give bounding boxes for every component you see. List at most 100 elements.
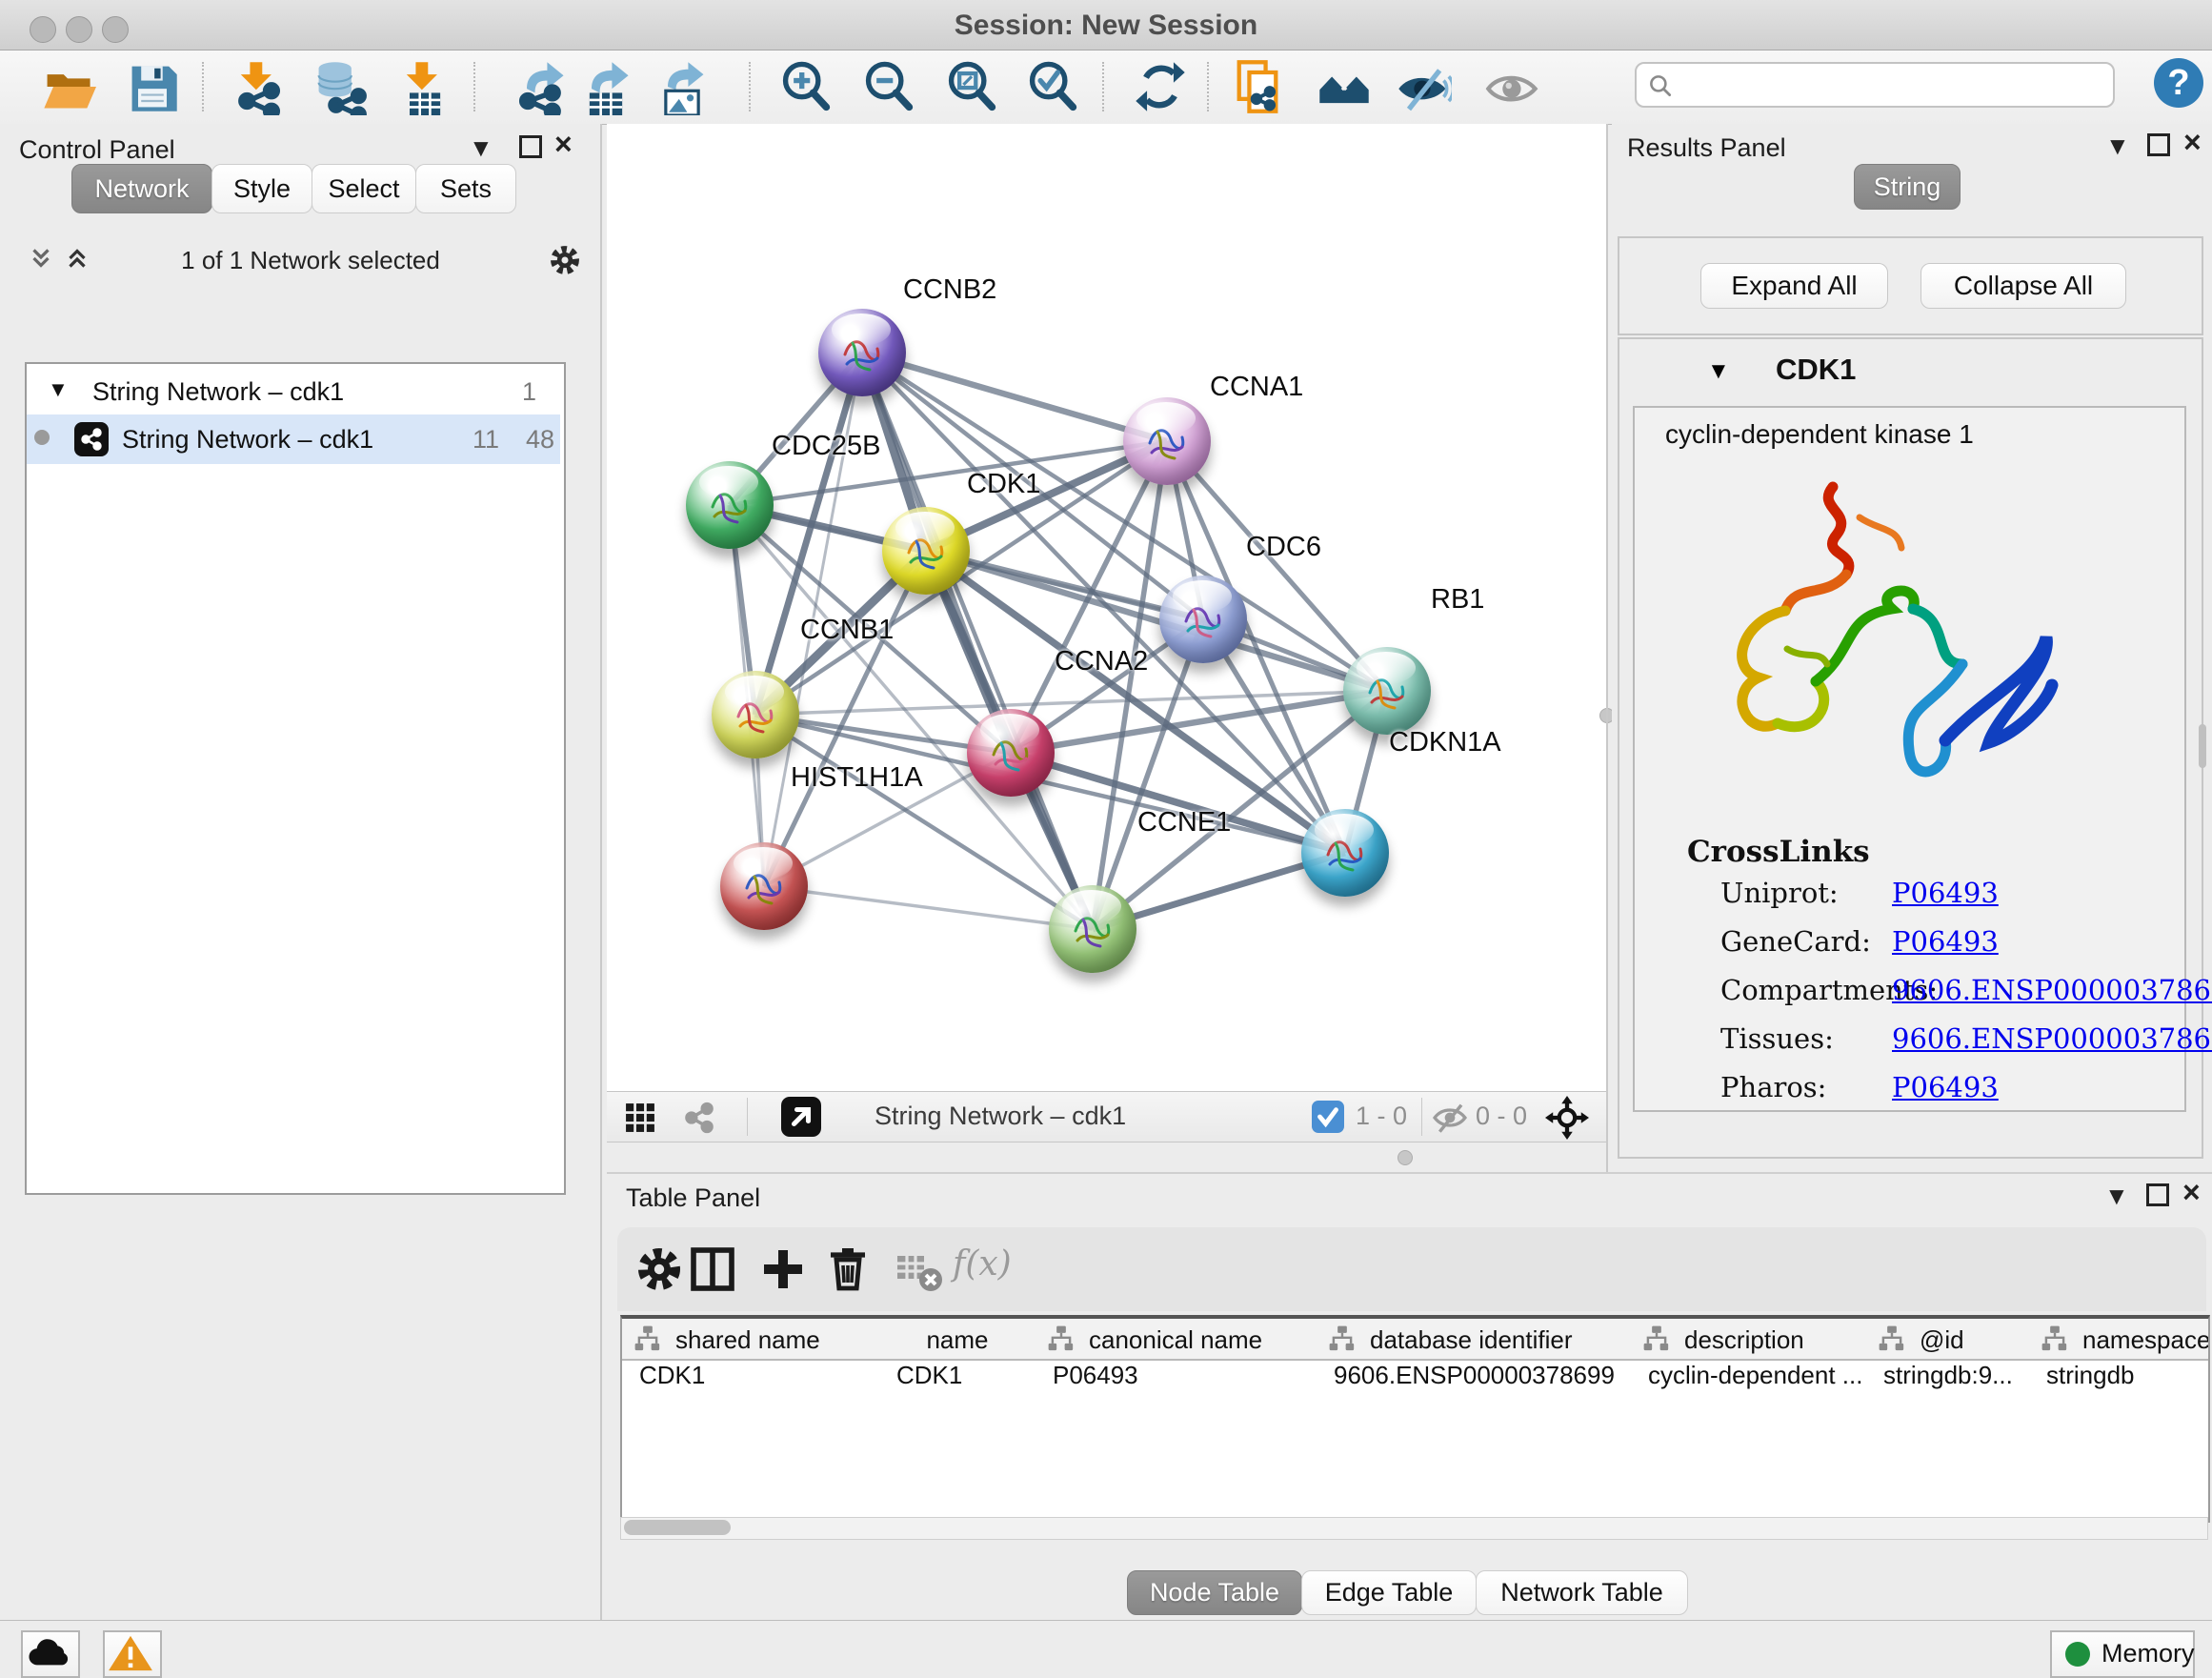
table-cell[interactable]: CDK1 [879,1361,1036,1399]
table-scrollbar-thumb[interactable] [624,1520,731,1535]
delete-column-icon[interactable] [821,1243,875,1296]
import-table-icon[interactable] [395,58,452,115]
control-panel-title: Control Panel [19,135,175,165]
export-table-icon[interactable] [577,58,634,115]
node-CDC25B[interactable] [686,461,774,549]
export-network-icon[interactable] [513,58,570,115]
results-panel-float-icon[interactable] [2147,133,2170,156]
tab-select[interactable]: Select [312,164,416,213]
zoom-in-icon[interactable] [777,58,835,115]
open-in-window-icon[interactable] [781,1097,821,1137]
open-session-icon[interactable] [39,58,96,115]
show-hidden-icon[interactable] [1484,58,1541,115]
edge-CCNB2-CCNE1[interactable] [862,353,1093,929]
refresh-icon[interactable] [1132,58,1189,115]
gear-icon[interactable] [547,242,583,278]
function-builder-icon: f(x) [953,1244,1038,1298]
column-header-namespace[interactable]: namespace [2029,1319,2209,1361]
grid-view-icon[interactable] [622,1100,658,1136]
table-cell[interactable]: stringdb [2029,1361,2208,1399]
tab-network[interactable]: Network [71,164,212,213]
node-CCNA1[interactable] [1123,397,1211,485]
node-CCNB1[interactable] [712,671,799,758]
crosslink-value[interactable]: P06493 [1892,877,1999,909]
table-cell[interactable]: CDK1 [622,1361,879,1399]
node-CDC6[interactable] [1159,576,1247,663]
export-image-icon[interactable] [654,58,711,115]
tab-style[interactable]: Style [211,164,312,213]
control-panel-menu-icon[interactable]: ▼ [469,135,493,160]
zoom-selected-icon[interactable] [1024,58,1081,115]
bottom-splitter-handle[interactable] [1398,1150,1413,1165]
tab-edge-table[interactable]: Edge Table [1301,1570,1477,1615]
results-splitter[interactable] [1606,124,1608,1172]
table-horizontal-scrollbar[interactable] [620,1517,2208,1540]
control-panel-close-icon[interactable]: × [554,131,573,156]
birds-eye-icon[interactable] [1545,1096,1589,1140]
table-cell[interactable]: P06493 [1036,1361,1317,1399]
table-cell[interactable]: 9606.ENSP00000378699 [1317,1361,1631,1399]
table-panel-menu-icon[interactable]: ▼ [2104,1183,2129,1208]
node-CDKN1A[interactable] [1301,809,1389,897]
search-field[interactable] [1635,62,2115,108]
crosslink-value[interactable]: 9606.ENSP00000378699 [1892,974,2212,1006]
add-column-icon[interactable] [756,1243,810,1296]
column-header-description[interactable]: description [1631,1319,1867,1361]
collapse-all-button[interactable]: Collapse All [1920,263,2126,309]
copy-network-icon[interactable] [1229,58,1286,115]
column-header-databaseidentifier[interactable]: database identifier [1317,1319,1632,1361]
node-HIST1H1A[interactable] [720,842,808,930]
table-gear-icon[interactable] [633,1243,686,1296]
tab-sets[interactable]: Sets [415,164,516,213]
control-panel-float-icon[interactable] [519,135,542,158]
table-cell[interactable]: cyclin-dependent ... [1631,1361,1866,1399]
node-RB1[interactable] [1343,647,1431,735]
hide-selected-icon[interactable] [1395,58,1452,115]
expand-all-icon[interactable] [63,244,91,273]
tab-string[interactable]: String [1854,164,1961,210]
selected-checkbox-icon[interactable] [1312,1101,1344,1133]
column-header-sharedname[interactable]: shared name [622,1319,880,1361]
results-panel-menu-icon[interactable]: ▼ [2105,133,2130,158]
import-network-database-icon[interactable] [311,58,368,115]
network-row[interactable]: String Network – cdk1 11 48 [27,414,560,464]
node-CDK1[interactable] [882,507,970,595]
expand-all-button[interactable]: Expand All [1700,263,1888,309]
protein-description: cyclin-dependent kinase 1 [1665,419,1974,450]
import-network-icon[interactable] [230,58,287,115]
results-panel-close-icon[interactable]: × [2183,130,2202,154]
crosslink-value[interactable]: 9606.ENSP00000378699 [1892,1022,2212,1055]
network-collection-row[interactable]: ▼ String Network – cdk1 1 [27,370,560,414]
node-table[interactable]: shared nameCDK1nameCDK1canonical nameP06… [620,1315,2210,1523]
zoom-fit-icon[interactable] [943,58,1000,115]
collapse-protein-icon[interactable]: ▼ [1707,358,1730,385]
zoom-out-icon[interactable] [860,58,917,115]
node-CCNB2[interactable] [818,309,906,396]
edge-CCNE1-HIST1H1A[interactable] [764,886,1093,929]
select-columns-icon[interactable] [686,1243,739,1296]
node-CCNA2[interactable] [967,709,1055,797]
network-view-icon[interactable] [681,1100,717,1136]
crosslink-value[interactable]: P06493 [1892,925,1999,958]
search-input[interactable] [1686,66,2100,102]
column-header-id[interactable]: @id [1866,1319,2030,1361]
network-canvas[interactable]: CCNB2CCNA1CDC25BCDK1CDC6RB1CCNB1CCNA2CDK… [607,124,1606,1091]
control-splitter[interactable] [600,124,602,1620]
collapse-arrow-icon[interactable]: ▼ [48,377,69,402]
table-cell[interactable]: stringdb:9... [1866,1361,2029,1399]
tab-node-table[interactable]: Node Table [1127,1570,1302,1615]
table-panel-close-icon[interactable]: × [2182,1180,2201,1204]
crosslink-value[interactable]: P06493 [1892,1071,1999,1103]
table-panel-float-icon[interactable] [2146,1183,2169,1206]
results-scrollbar-thumb[interactable] [2199,724,2206,768]
node-CCNE1[interactable] [1049,885,1136,973]
delete-table-icon[interactable] [892,1243,945,1296]
tab-network-table[interactable]: Network Table [1476,1570,1688,1615]
home-icon[interactable] [1316,58,1373,115]
column-header-canonicalname[interactable]: canonical name [1036,1319,1317,1361]
edge-CDK1-RB1[interactable] [926,551,1387,691]
help-icon[interactable]: ? [2154,58,2203,108]
collapse-all-icon[interactable] [27,244,55,273]
save-session-icon[interactable] [124,58,181,115]
column-header-name[interactable]: name [879,1319,1036,1361]
